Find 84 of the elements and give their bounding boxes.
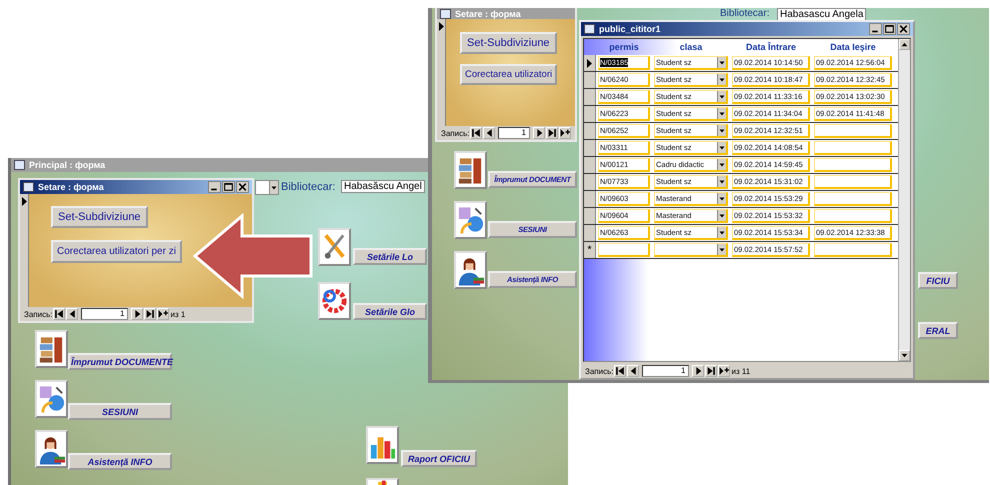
next-record-button[interactable] bbox=[692, 365, 704, 377]
librarian-field[interactable]: Habasascu Angela bbox=[777, 8, 866, 21]
record-label: Запись: bbox=[24, 310, 52, 318]
new-record-button[interactable] bbox=[157, 308, 170, 320]
form-button[interactable]: Corectarea utilizatori per zi bbox=[51, 240, 182, 263]
maximize-button[interactable] bbox=[222, 181, 235, 193]
close-button[interactable] bbox=[897, 23, 910, 35]
window-title: public_cititor1 bbox=[599, 24, 661, 34]
table-cell[interactable] bbox=[814, 192, 892, 206]
globe-tools-icon[interactable] bbox=[35, 380, 68, 418]
maximize-button[interactable] bbox=[883, 23, 896, 35]
column-header[interactable]: permis bbox=[598, 39, 650, 55]
record-label: Запись: bbox=[585, 366, 614, 376]
dropdown-field[interactable] bbox=[255, 180, 279, 195]
form-button[interactable]: Set-Subdiviziune bbox=[51, 206, 148, 228]
menu-button[interactable]: Raport OFICIU bbox=[401, 450, 477, 467]
person-books-icon[interactable] bbox=[35, 430, 68, 468]
menu-button[interactable]: SESIUNI bbox=[68, 403, 172, 420]
minimize-icon bbox=[211, 188, 217, 190]
app-icon[interactable] bbox=[366, 478, 399, 485]
record-label: Запись: bbox=[441, 128, 470, 138]
previous-record-button[interactable] bbox=[627, 365, 640, 377]
first-record-button[interactable] bbox=[614, 365, 626, 377]
minimize-button[interactable] bbox=[208, 181, 221, 193]
person-books-icon[interactable] bbox=[454, 251, 487, 289]
form-button[interactable]: Corectarea utilizatori bbox=[460, 64, 558, 85]
record-count: из 1 bbox=[170, 310, 186, 318]
record-pointer-icon bbox=[22, 197, 27, 206]
minimize-button[interactable] bbox=[869, 23, 882, 35]
menu-button[interactable]: Setările Glo bbox=[353, 303, 427, 320]
librarian-label: Bibliotecar: bbox=[720, 8, 770, 19]
last-record-button[interactable] bbox=[546, 127, 558, 139]
globe-tools-icon[interactable] bbox=[454, 201, 487, 239]
record-number-field[interactable]: 1 bbox=[642, 365, 690, 377]
new-row-marker: * bbox=[584, 242, 596, 258]
menu-button[interactable]: Setările Lo bbox=[353, 248, 427, 265]
books-icon[interactable] bbox=[454, 151, 487, 189]
previous-record-button[interactable] bbox=[66, 308, 78, 320]
first-record-button[interactable] bbox=[470, 127, 482, 139]
bar-chart-icon[interactable] bbox=[366, 426, 399, 464]
window-icon bbox=[23, 182, 34, 192]
column-header[interactable]: Data Întrare bbox=[732, 39, 810, 55]
row-selector[interactable] bbox=[584, 55, 596, 71]
window-title: Principal : форма bbox=[29, 160, 106, 170]
next-record-button[interactable] bbox=[131, 308, 144, 320]
librarian-field[interactable]: Habasăscu Angel bbox=[341, 180, 425, 193]
record-number-field[interactable]: 1 bbox=[81, 308, 128, 320]
window-icon bbox=[14, 160, 25, 170]
table-cell[interactable] bbox=[814, 209, 892, 223]
books-icon[interactable] bbox=[35, 330, 68, 368]
column-header[interactable]: Data Ieşire bbox=[814, 39, 892, 55]
new-record-button[interactable] bbox=[718, 365, 730, 377]
table-cell[interactable] bbox=[814, 141, 892, 155]
table-cell[interactable] bbox=[598, 243, 650, 257]
record-pointer-icon bbox=[439, 22, 444, 31]
first-record-button[interactable] bbox=[53, 308, 66, 320]
menu-button[interactable]: Asistență INFO bbox=[68, 453, 172, 470]
table-cell[interactable] bbox=[814, 124, 892, 138]
record-pointer-icon bbox=[587, 58, 592, 68]
close-button[interactable] bbox=[236, 181, 249, 193]
table-cell[interactable] bbox=[814, 175, 892, 189]
form-title: Setare : форма bbox=[455, 8, 521, 18]
menu-button[interactable]: FICIU bbox=[918, 272, 958, 289]
wrench-screwdriver-icon[interactable] bbox=[318, 228, 351, 266]
minimize-icon bbox=[872, 30, 878, 32]
record-number-field[interactable]: 1 bbox=[498, 127, 530, 139]
column-header[interactable]: clasa bbox=[654, 39, 728, 55]
combo-field[interactable] bbox=[654, 243, 728, 257]
window-icon bbox=[440, 8, 451, 18]
next-record-button[interactable] bbox=[533, 127, 545, 139]
table-cell[interactable] bbox=[814, 243, 892, 257]
librarian-label: Bibliotecar: bbox=[281, 181, 336, 193]
form-button[interactable]: Set-Subdiviziune bbox=[460, 32, 557, 54]
window-icon bbox=[584, 24, 595, 34]
menu-button[interactable]: Împrumut DOCUMENTE bbox=[68, 353, 172, 370]
menu-button[interactable]: ERAL bbox=[918, 322, 958, 339]
last-record-button[interactable] bbox=[705, 365, 718, 377]
table-cell[interactable] bbox=[814, 158, 892, 172]
new-record-button[interactable] bbox=[559, 127, 571, 139]
form-title: Setare : форма bbox=[38, 182, 104, 192]
previous-record-button[interactable] bbox=[483, 127, 496, 139]
gear-icon[interactable] bbox=[318, 282, 351, 320]
last-record-button[interactable] bbox=[144, 308, 156, 320]
record-count: из 11 bbox=[731, 366, 750, 376]
